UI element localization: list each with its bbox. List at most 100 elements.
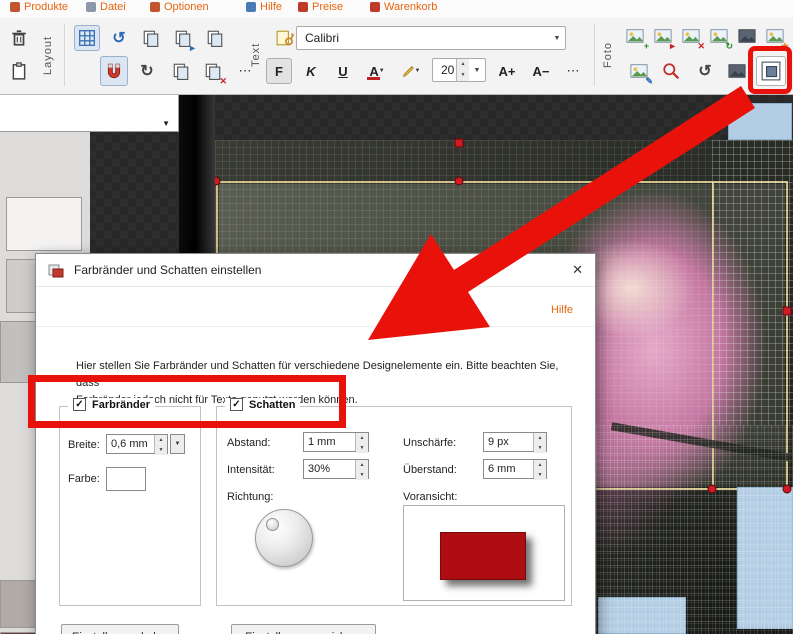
spin-up-icon[interactable]: ▲ <box>356 460 368 470</box>
bold-button[interactable]: F <box>266 58 292 84</box>
close-icon[interactable]: ✕ <box>572 262 583 278</box>
unschaerfe-spinner[interactable]: 9 px ▲▼ <box>483 432 547 452</box>
dropdown-icon: ▼ <box>379 68 385 74</box>
schatten-legend: ✓ Schatten <box>225 398 300 411</box>
highlight-color-button[interactable]: ▼ <box>396 58 426 84</box>
schatten-group: ✓ Schatten Abstand: 1 mm ▲▼ Intensität: … <box>216 406 572 606</box>
abstand-label: Abstand: <box>227 437 270 449</box>
more-icon: ⋯ <box>567 63 580 79</box>
underline-button[interactable]: U <box>330 58 356 84</box>
pages-icon <box>142 29 160 47</box>
photo-edit-button[interactable]: ✎ <box>626 58 652 84</box>
spin-down-icon[interactable]: ▼ <box>457 70 469 81</box>
spin-up-icon[interactable]: ▲ <box>534 460 546 470</box>
menu-warenkorb[interactable]: Warenkorb <box>370 1 437 13</box>
intensitaet-value: 30% <box>304 463 355 475</box>
photo-swap-button[interactable]: ► <box>650 23 676 49</box>
spin-up-icon[interactable]: ▲ <box>356 433 368 443</box>
ueberstand-label: Überstand: <box>403 464 457 476</box>
photo-refresh-button[interactable]: ↻ <box>706 23 732 49</box>
datei-icon <box>86 2 96 12</box>
border-shadow-button[interactable] <box>756 56 786 86</box>
dialog-title: Farbränder und Schatten einstellen <box>74 263 261 277</box>
selection-handle-mid-right[interactable] <box>783 307 792 316</box>
photo-delete-button[interactable]: ✕ <box>678 23 704 49</box>
dial-knob[interactable] <box>266 518 279 531</box>
help-link[interactable]: Hilfe <box>551 304 573 316</box>
italic-button[interactable]: K <box>298 58 324 84</box>
load-settings-button[interactable]: Einstellungen laden <box>61 624 179 634</box>
font-family-value: Calibri <box>297 31 549 45</box>
photo-frame-button[interactable] <box>724 58 750 84</box>
image-dark-icon <box>728 62 746 80</box>
save-settings-button[interactable]: Einstellungen speichern <box>231 624 376 634</box>
rotation-handle[interactable] <box>455 139 464 148</box>
text-section-label: Text <box>248 22 264 88</box>
selection-handle-bottom-center[interactable] <box>708 485 717 494</box>
farbraender-checkbox[interactable]: ✓ <box>73 398 86 411</box>
unschaerfe-label: Unschärfe: <box>403 437 456 449</box>
farbe-swatch[interactable] <box>106 467 146 491</box>
snap-grid-overlay <box>712 140 793 425</box>
ueberstand-spinner[interactable]: 6 mm ▲▼ <box>483 459 547 479</box>
photo-insert-button[interactable]: + <box>622 23 648 49</box>
selection-handle-bottom-right[interactable] <box>783 485 792 494</box>
image-icon <box>626 27 644 45</box>
placeholder-box[interactable] <box>728 103 792 140</box>
bring-forward-button[interactable] <box>138 25 164 51</box>
menu-preise[interactable]: Preise <box>298 1 343 13</box>
paste-button[interactable] <box>6 58 32 84</box>
font-increase-button[interactable]: A+ <box>492 58 522 84</box>
photo-mask-button[interactable] <box>734 23 760 49</box>
menu-produkte[interactable]: Produkte <box>10 1 68 13</box>
spin-down-icon[interactable]: ▼ <box>155 445 167 455</box>
dropdown-icon: ▼ <box>549 35 565 42</box>
selection-handle-top-center[interactable] <box>455 177 464 186</box>
spin-down-icon[interactable]: ▼ <box>356 443 368 453</box>
spin-up-icon[interactable]: ▲ <box>155 435 167 445</box>
menu-optionen[interactable]: Optionen <box>150 1 209 13</box>
pencil-icon <box>402 65 415 78</box>
photo-effects-button[interactable]: ★ <box>762 23 788 49</box>
duplicate-page-button[interactable] <box>202 25 228 51</box>
border-shadow-icon <box>761 61 781 81</box>
pages-panel-header[interactable]: ▼ <box>0 95 179 132</box>
rotate-left-button[interactable]: ↺ <box>106 25 132 51</box>
rotate-ccw-icon: ↺ <box>112 28 125 48</box>
text-more-button[interactable]: ⋯ <box>560 58 586 84</box>
photo-zoom-button[interactable] <box>658 58 684 84</box>
spin-down-icon[interactable]: ▼ <box>534 443 546 453</box>
spin-down-icon[interactable]: ▼ <box>356 470 368 480</box>
richtung-label: Richtung: <box>227 491 273 503</box>
snap-magnet-button[interactable] <box>100 56 128 86</box>
delete-button[interactable] <box>6 25 32 51</box>
text-label-button[interactable] <box>272 25 298 51</box>
schatten-checkbox[interactable]: ✓ <box>230 398 243 411</box>
grid-toggle-button[interactable] <box>74 25 100 51</box>
breite-spinner[interactable]: 0,6 mm ▲▼ <box>106 434 168 454</box>
menu-bar: Produkte Datei Optionen Hilfe Preise War… <box>0 0 793 18</box>
font-family-select[interactable]: Calibri ▼ <box>296 26 566 50</box>
plus-badge-icon: + <box>644 42 649 51</box>
intensitaet-spinner[interactable]: 30% ▲▼ <box>303 459 369 479</box>
richtung-dial[interactable] <box>255 509 313 567</box>
rotate-right-button[interactable]: ↻ <box>134 58 160 84</box>
delete-page-button[interactable]: ✕ <box>200 58 226 84</box>
pages-icon <box>206 29 224 47</box>
breite-dropdown-button[interactable]: ▼ <box>170 434 185 454</box>
abstand-spinner[interactable]: 1 mm ▲▼ <box>303 432 369 452</box>
font-decrease-button[interactable]: A− <box>526 58 556 84</box>
photo-rotate-button[interactable]: ↺ <box>692 58 718 84</box>
spin-up-icon[interactable]: ▲ <box>534 433 546 443</box>
spin-down-icon[interactable]: ▼ <box>534 470 546 480</box>
main-toolbar: Layout ↺ ► ↻ ✕ ⋯ Text Calibri ▼ F K U A▼… <box>0 18 793 95</box>
menu-hilfe[interactable]: Hilfe <box>246 1 282 13</box>
dialog-title-bar[interactable]: Farbränder und Schatten einstellen ✕ <box>36 254 595 287</box>
font-color-button[interactable]: A▼ <box>362 58 392 84</box>
menu-datei[interactable]: Datei <box>86 1 126 13</box>
page-thumbnail[interactable] <box>6 197 82 251</box>
font-size-spinner[interactable]: 20 ▲▼ ▼ <box>432 58 486 82</box>
copy-page-button[interactable] <box>168 58 194 84</box>
spin-up-icon[interactable]: ▲ <box>457 59 469 70</box>
send-backward-button[interactable]: ► <box>170 25 196 51</box>
